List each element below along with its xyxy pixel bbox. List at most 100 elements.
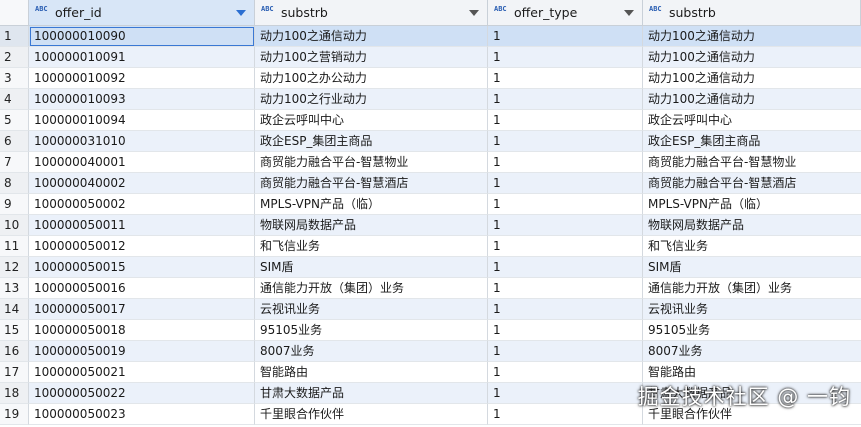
cell-offer-type[interactable]: 1 bbox=[488, 173, 643, 194]
row-number[interactable]: 10 bbox=[0, 215, 29, 236]
table-row[interactable]: 2 100000010091 动力100之营销动力 1 动力100之通信动力 bbox=[0, 47, 861, 68]
cell-offer-type[interactable]: 1 bbox=[488, 404, 643, 425]
cell-substrb[interactable]: 甘肃大数据产品 bbox=[255, 383, 488, 404]
cell-substrb[interactable]: 95105业务 bbox=[255, 320, 488, 341]
cell-substrb-2[interactable]: 政企ESP_集团主商品 bbox=[643, 131, 861, 152]
table-row[interactable]: 3 100000010092 动力100之办公动力 1 动力100之通信动力 bbox=[0, 68, 861, 89]
cell-substrb-2[interactable]: 动力100之通信动力 bbox=[643, 26, 861, 47]
cell-substrb[interactable]: 动力100之行业动力 bbox=[255, 89, 488, 110]
cell-offer-id[interactable]: 100000010093 bbox=[29, 89, 255, 110]
cell-substrb[interactable]: 通信能力开放（集团）业务 bbox=[255, 278, 488, 299]
cell-offer-id[interactable]: 100000050011 bbox=[29, 215, 255, 236]
cell-offer-id[interactable]: 100000040002 bbox=[29, 173, 255, 194]
cell-offer-type[interactable]: 1 bbox=[488, 383, 643, 404]
cell-substrb-2[interactable]: SIM盾 bbox=[643, 257, 861, 278]
row-number[interactable]: 2 bbox=[0, 47, 29, 68]
cell-substrb-2[interactable]: 动力100之通信动力 bbox=[643, 89, 861, 110]
column-header-offer-id[interactable]: ABC offer_id bbox=[29, 0, 255, 26]
table-row[interactable]: 9 100000050002 MPLS-VPN产品（临） 1 MPLS-VPN产品（临） bbox=[0, 194, 861, 215]
table-row[interactable]: 12 100000050015 SIM盾 1 SIM盾 bbox=[0, 257, 861, 278]
cell-substrb[interactable]: 物联网局数据产品 bbox=[255, 215, 488, 236]
row-number[interactable]: 18 bbox=[0, 383, 29, 404]
cell-offer-id[interactable]: 100000031010 bbox=[29, 131, 255, 152]
table-row[interactable]: 8 100000040002 商贸能力融合平台-智慧酒店 1 商贸能力融合平台-智慧酒店 bbox=[0, 173, 861, 194]
cell-substrb-2[interactable]: 8007业务 bbox=[643, 341, 861, 362]
row-number[interactable]: 19 bbox=[0, 404, 29, 425]
row-number[interactable]: 12 bbox=[0, 257, 29, 278]
row-number[interactable]: 15 bbox=[0, 320, 29, 341]
cell-offer-id[interactable]: 100000050016 bbox=[29, 278, 255, 299]
cell-substrb-2[interactable]: 政企云呼叫中心 bbox=[643, 110, 861, 131]
cell-offer-type[interactable]: 1 bbox=[488, 341, 643, 362]
row-number[interactable]: 16 bbox=[0, 341, 29, 362]
row-number[interactable]: 5 bbox=[0, 110, 29, 131]
cell-substrb[interactable]: 和飞信业务 bbox=[255, 236, 488, 257]
row-number[interactable]: 9 bbox=[0, 194, 29, 215]
cell-substrb-2[interactable]: 95105业务 bbox=[643, 320, 861, 341]
table-row[interactable]: 15 100000050018 95105业务 1 95105业务 bbox=[0, 320, 861, 341]
cell-offer-type[interactable]: 1 bbox=[488, 194, 643, 215]
cell-offer-type[interactable]: 1 bbox=[488, 26, 643, 47]
cell-offer-id[interactable]: 100000040001 bbox=[29, 152, 255, 173]
table-row[interactable]: 16 100000050019 8007业务 1 8007业务 bbox=[0, 341, 861, 362]
column-header-substrb-2[interactable]: ABC substrb bbox=[643, 0, 861, 26]
cell-offer-type[interactable]: 1 bbox=[488, 257, 643, 278]
cell-substrb[interactable]: MPLS-VPN产品（临） bbox=[255, 194, 488, 215]
cell-offer-id[interactable]: 100000050022 bbox=[29, 383, 255, 404]
cell-offer-id[interactable]: 100000010090 bbox=[29, 26, 255, 47]
column-header-substrb[interactable]: ABC substrb bbox=[255, 0, 488, 26]
row-number[interactable]: 8 bbox=[0, 173, 29, 194]
cell-substrb[interactable]: 动力100之通信动力 bbox=[255, 26, 488, 47]
cell-offer-type[interactable]: 1 bbox=[488, 320, 643, 341]
cell-substrb[interactable]: 政企云呼叫中心 bbox=[255, 110, 488, 131]
cell-offer-id[interactable]: 100000050017 bbox=[29, 299, 255, 320]
cell-substrb[interactable]: 动力100之营销动力 bbox=[255, 47, 488, 68]
sort-dropdown-icon[interactable] bbox=[469, 9, 479, 16]
table-row[interactable]: 1 100000010090 动力100之通信动力 1 动力100之通信动力 bbox=[0, 26, 861, 47]
cell-offer-id[interactable]: 100000010091 bbox=[29, 47, 255, 68]
cell-offer-type[interactable]: 1 bbox=[488, 110, 643, 131]
cell-substrb-2[interactable]: 云视讯业务 bbox=[643, 299, 861, 320]
table-row[interactable]: 10 100000050011 物联网局数据产品 1 物联网局数据产品 bbox=[0, 215, 861, 236]
row-number[interactable]: 4 bbox=[0, 89, 29, 110]
cell-substrb[interactable]: 商贸能力融合平台-智慧物业 bbox=[255, 152, 488, 173]
row-number[interactable]: 14 bbox=[0, 299, 29, 320]
cell-substrb[interactable]: 千里眼合作伙伴 bbox=[255, 404, 488, 425]
cell-substrb[interactable]: 云视讯业务 bbox=[255, 299, 488, 320]
cell-offer-type[interactable]: 1 bbox=[488, 47, 643, 68]
cell-substrb[interactable]: 政企ESP_集团主商品 bbox=[255, 131, 488, 152]
cell-offer-id[interactable]: 100000010094 bbox=[29, 110, 255, 131]
cell-offer-id[interactable]: 100000050021 bbox=[29, 362, 255, 383]
row-number[interactable]: 11 bbox=[0, 236, 29, 257]
cell-offer-id[interactable]: 100000050015 bbox=[29, 257, 255, 278]
cell-substrb-2[interactable]: 通信能力开放（集团）业务 bbox=[643, 278, 861, 299]
column-header-offer-type[interactable]: ABC offer_type bbox=[488, 0, 643, 26]
cell-substrb-2[interactable]: 动力100之通信动力 bbox=[643, 68, 861, 89]
cell-substrb-2[interactable]: 动力100之通信动力 bbox=[643, 47, 861, 68]
cell-offer-id[interactable]: 100000050023 bbox=[29, 404, 255, 425]
cell-substrb[interactable]: 商贸能力融合平台-智慧酒店 bbox=[255, 173, 488, 194]
table-row[interactable]: 17 100000050021 智能路由 1 智能路由 bbox=[0, 362, 861, 383]
cell-substrb-2[interactable]: 商贸能力融合平台-智慧物业 bbox=[643, 152, 861, 173]
cell-offer-type[interactable]: 1 bbox=[488, 131, 643, 152]
cell-offer-type[interactable]: 1 bbox=[488, 68, 643, 89]
cell-substrb[interactable]: 动力100之办公动力 bbox=[255, 68, 488, 89]
row-number[interactable]: 3 bbox=[0, 68, 29, 89]
cell-offer-id[interactable]: 100000010092 bbox=[29, 68, 255, 89]
cell-substrb[interactable]: 智能路由 bbox=[255, 362, 488, 383]
table-row[interactable]: 6 100000031010 政企ESP_集团主商品 1 政企ESP_集团主商品 bbox=[0, 131, 861, 152]
row-number[interactable]: 7 bbox=[0, 152, 29, 173]
cell-offer-type[interactable]: 1 bbox=[488, 236, 643, 257]
cell-offer-type[interactable]: 1 bbox=[488, 89, 643, 110]
cell-offer-type[interactable]: 1 bbox=[488, 278, 643, 299]
cell-substrb-2[interactable]: 物联网局数据产品 bbox=[643, 215, 861, 236]
cell-offer-id[interactable]: 100000050019 bbox=[29, 341, 255, 362]
sort-dropdown-icon[interactable] bbox=[236, 9, 246, 16]
cell-offer-id[interactable]: 100000050002 bbox=[29, 194, 255, 215]
cell-substrb[interactable]: 8007业务 bbox=[255, 341, 488, 362]
row-number[interactable]: 1 bbox=[0, 26, 29, 47]
table-row[interactable]: 4 100000010093 动力100之行业动力 1 动力100之通信动力 bbox=[0, 89, 861, 110]
cell-offer-id[interactable]: 100000050012 bbox=[29, 236, 255, 257]
cell-substrb-2[interactable]: 智能路由 bbox=[643, 362, 861, 383]
cell-substrb-2[interactable]: 和飞信业务 bbox=[643, 236, 861, 257]
